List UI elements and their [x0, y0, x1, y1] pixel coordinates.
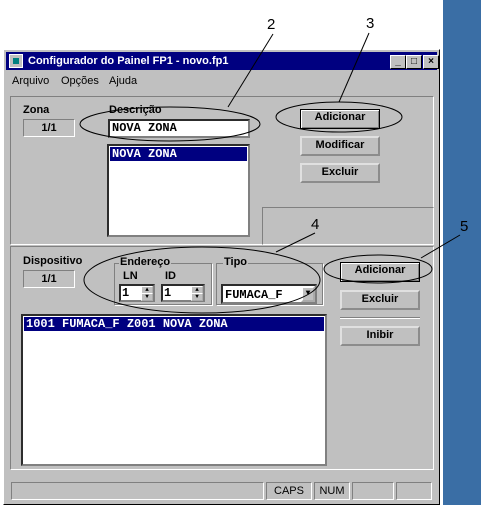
annotation-ellipse-3 — [275, 101, 403, 133]
annotation-line-3 — [338, 32, 370, 103]
annotation-label-3: 3 — [366, 15, 375, 32]
annotation-overlay — [79, 32, 461, 314]
annotation-line-4 — [275, 232, 316, 253]
annotation-label-5: 5 — [460, 218, 469, 235]
annotation-label-4: 4 — [311, 216, 320, 233]
annotation-ellipse-2 — [79, 106, 261, 142]
annotation-label-2: 2 — [267, 16, 276, 33]
annotation-ellipse-5 — [323, 254, 433, 284]
annotation-ellipse-4 — [83, 246, 321, 314]
annotation-line-2 — [227, 33, 274, 108]
annotation-line-5 — [420, 234, 461, 259]
